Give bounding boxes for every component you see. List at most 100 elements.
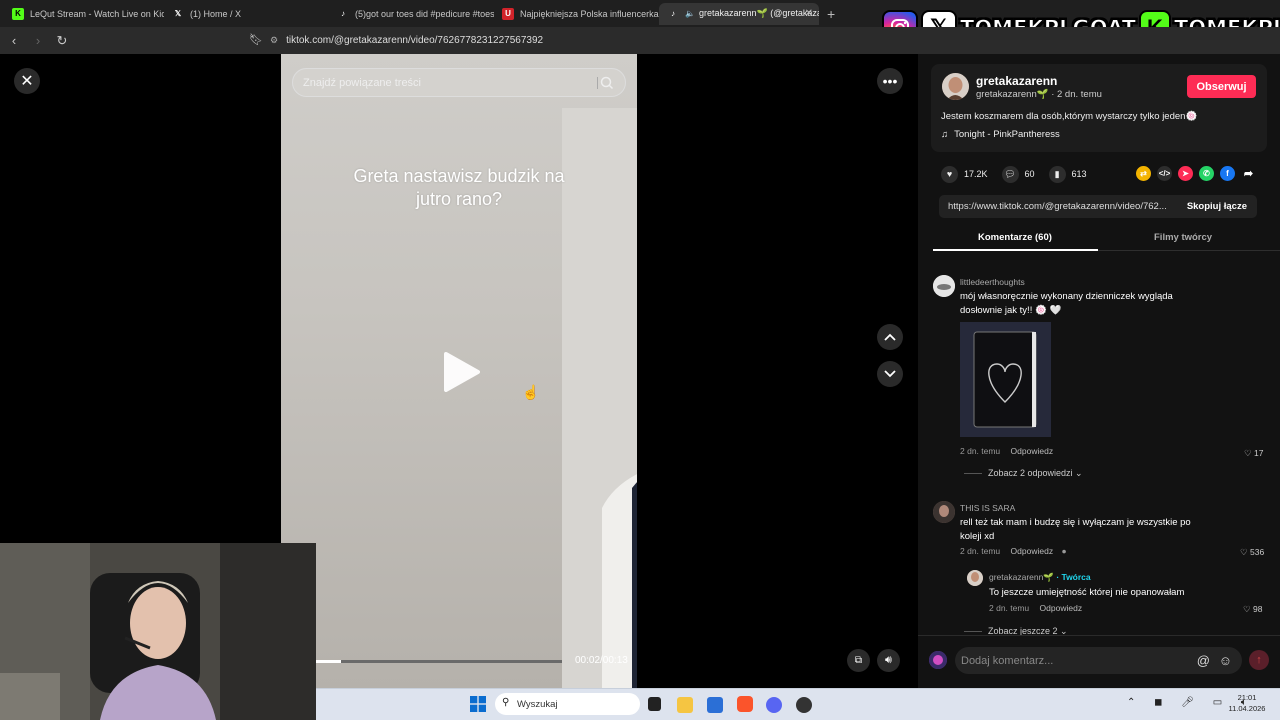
windows-start-icon[interactable] (470, 696, 486, 712)
embed-icon[interactable]: </> (1157, 166, 1172, 181)
music-title: Tonight - PinkPantheress (954, 129, 1060, 140)
chevron-down-icon (884, 370, 896, 378)
avatar-image (967, 570, 983, 586)
heart-outline-icon: ♡ (1243, 604, 1253, 614)
current-user-avatar[interactable] (929, 651, 947, 669)
volume-icon: 🔊︎ (885, 654, 892, 666)
search-icon[interactable] (597, 74, 615, 92)
tab-u[interactable]: U Najpiękniejsza Polska influencerka | U (494, 3, 659, 25)
emoji-icon[interactable]: ☺ (1219, 653, 1232, 668)
send-icon[interactable]: ➤ (1178, 166, 1193, 181)
comment-item: littledeerthoughts mój własnoręcznie wyk… (960, 277, 1260, 318)
play-icon[interactable] (442, 350, 482, 394)
tab-label: LeQut Stream - Watch Live on Kick (30, 8, 164, 19)
music-info[interactable]: ♫ Tonight - PinkPantheress (941, 129, 1060, 140)
author-name[interactable]: gretakazarenn (976, 74, 1057, 88)
video-progress-bar[interactable] (316, 660, 562, 663)
active-tab-indicator (933, 249, 1098, 251)
clock-time: 21:01 (1237, 693, 1257, 702)
new-tab-button[interactable]: + (827, 6, 835, 22)
prev-video-button[interactable] (877, 324, 903, 350)
like-button[interactable]: ♥ 17.2K (941, 165, 988, 183)
obs-icon[interactable] (796, 697, 812, 713)
mini-player-button[interactable]: ⧉ (847, 649, 870, 672)
reply-like[interactable]: ♡ 98 (1243, 604, 1262, 615)
comment-time: 2 dn. temu (960, 446, 1001, 456)
reply-username[interactable]: gretakazarenn🌱 · Twórca (989, 572, 1264, 583)
volume-button[interactable]: 🔊︎ (877, 649, 900, 672)
bookmark-icon[interactable]: 🔖︎ (249, 33, 263, 46)
address-bar[interactable]: ⚙ tiktok.com/@gretakazarenn/video/762677… (270, 30, 890, 51)
author-avatar[interactable] (942, 73, 969, 100)
share-arrow-icon[interactable]: ➦ (1241, 166, 1256, 181)
kick-icon: K (12, 7, 24, 20)
store-icon[interactable] (707, 697, 723, 713)
repost-icon[interactable]: ⇄ (1136, 166, 1151, 181)
comment-username[interactable]: littledeerthoughts (960, 277, 1260, 287)
save-count: 613 (1071, 169, 1087, 179)
tiktok-icon: ♪ (671, 9, 675, 18)
taskbar-search[interactable]: ⚲ Wyszukaj (495, 693, 640, 715)
more-options-button[interactable]: ••• (877, 68, 903, 94)
comment-like[interactable]: ♡ 536 (1240, 547, 1264, 558)
mention-icon[interactable]: @ (1197, 653, 1210, 668)
tab-x[interactable]: 𝕏 (1) Home / X (164, 3, 329, 25)
comment-like-count: 536 (1249, 547, 1265, 557)
screen: { "browser": { "tabs": [ {"label": "LeQu… (0, 0, 1280, 720)
facebook-icon[interactable]: f (1220, 166, 1235, 181)
caption-line-2: jutro rano? (415, 189, 503, 209)
comment-meta: 2 dn. temu Odpowiedz (960, 446, 1053, 456)
copy-link-button[interactable]: Skopiuj łącze (1187, 201, 1247, 212)
reload-icon[interactable]: ↻ (52, 33, 72, 49)
send-comment-button[interactable]: ↑ (1249, 650, 1269, 670)
reply-avatar[interactable] (967, 570, 983, 586)
comment-button[interactable]: 💬︎ 60 (1001, 165, 1035, 183)
next-video-button[interactable] (877, 361, 903, 387)
comment-username[interactable]: THIS IS SARA (960, 503, 1265, 513)
share-url: https://www.tiktok.com/@gretakazarenn/vi… (948, 201, 1167, 212)
author-subline: gretakazarenn🌱 · 2 dn. temu (976, 89, 1102, 100)
whatsapp-icon[interactable]: ✆ (1199, 166, 1214, 181)
tab-tiktok-active[interactable]: ♪ 🔈 gretakazarenn🌱 (@gretakazar ✕ (659, 2, 819, 25)
reply-button[interactable]: Odpowiedz (1040, 603, 1083, 613)
chevron-up-icon (884, 333, 896, 341)
comment-meta: 2 dn. temu Odpowiedz ● (960, 546, 1067, 556)
avatar-image (933, 501, 955, 523)
view-replies-button[interactable]: Zobacz 2 odpowiedzi ⌄ (964, 468, 1083, 479)
file-explorer-icon[interactable] (677, 697, 693, 713)
close-video-button[interactable]: ✕ (14, 68, 40, 94)
related-search-input[interactable]: Znajdź powiązane treści (292, 68, 626, 97)
comment-text-line-1: mój własnoręcznie wykonany dzienniczek w… (960, 291, 1173, 302)
site-info-icon[interactable]: ⚙ (270, 35, 278, 46)
comment-time: 2 dn. temu (960, 546, 1001, 556)
video-time: 00:02/00:13 (575, 655, 628, 666)
tab-tiktok-pedicure[interactable]: ♪ (5)got our toes did #pedicure #toes (329, 3, 494, 25)
reply-like-count: 98 (1252, 604, 1263, 614)
tab-kick[interactable]: K LeQut Stream - Watch Live on Kick (4, 3, 164, 25)
taskbar-clock[interactable]: 21:01 11.04.2026 (1224, 692, 1270, 714)
video-description: Jestem koszmarem dla osób,którym wystarc… (941, 111, 1198, 122)
tiktok-icon: ♪ (341, 9, 345, 18)
forward-icon[interactable]: › (28, 33, 48, 48)
mini-player-icon: ⧉ (854, 655, 863, 666)
comment-like-count: 17 (1253, 448, 1264, 458)
save-button[interactable]: ▮ 613 (1048, 165, 1087, 183)
creator-liked-avatar: ● (1061, 546, 1067, 556)
discord-icon[interactable] (766, 697, 782, 713)
tab-creator-videos[interactable]: Filmy twórcy (1154, 232, 1212, 243)
reply-button[interactable]: Odpowiedz (1011, 546, 1054, 556)
comment-count: 60 (1024, 169, 1035, 179)
comment-avatar[interactable] (933, 501, 955, 523)
follow-button[interactable]: Obserwuj (1187, 75, 1256, 98)
search-placeholder: Znajdź powiązane treści (303, 76, 422, 89)
comment-image-journal[interactable] (960, 322, 1051, 437)
tab-comments[interactable]: Komentarze (60) (978, 232, 1052, 243)
comment-like[interactable]: ♡ 17 (1244, 448, 1263, 459)
comment-avatar[interactable] (933, 275, 955, 297)
task-view-icon[interactable] (648, 697, 661, 711)
close-tab-icon[interactable]: ✕ (805, 8, 813, 19)
back-icon[interactable]: ‹ (4, 33, 24, 48)
brave-browser-icon[interactable] (737, 696, 753, 712)
reply-button[interactable]: Odpowiedz (1011, 446, 1054, 456)
comment-input[interactable]: Dodaj komentarz... @ ☺ (955, 647, 1242, 674)
